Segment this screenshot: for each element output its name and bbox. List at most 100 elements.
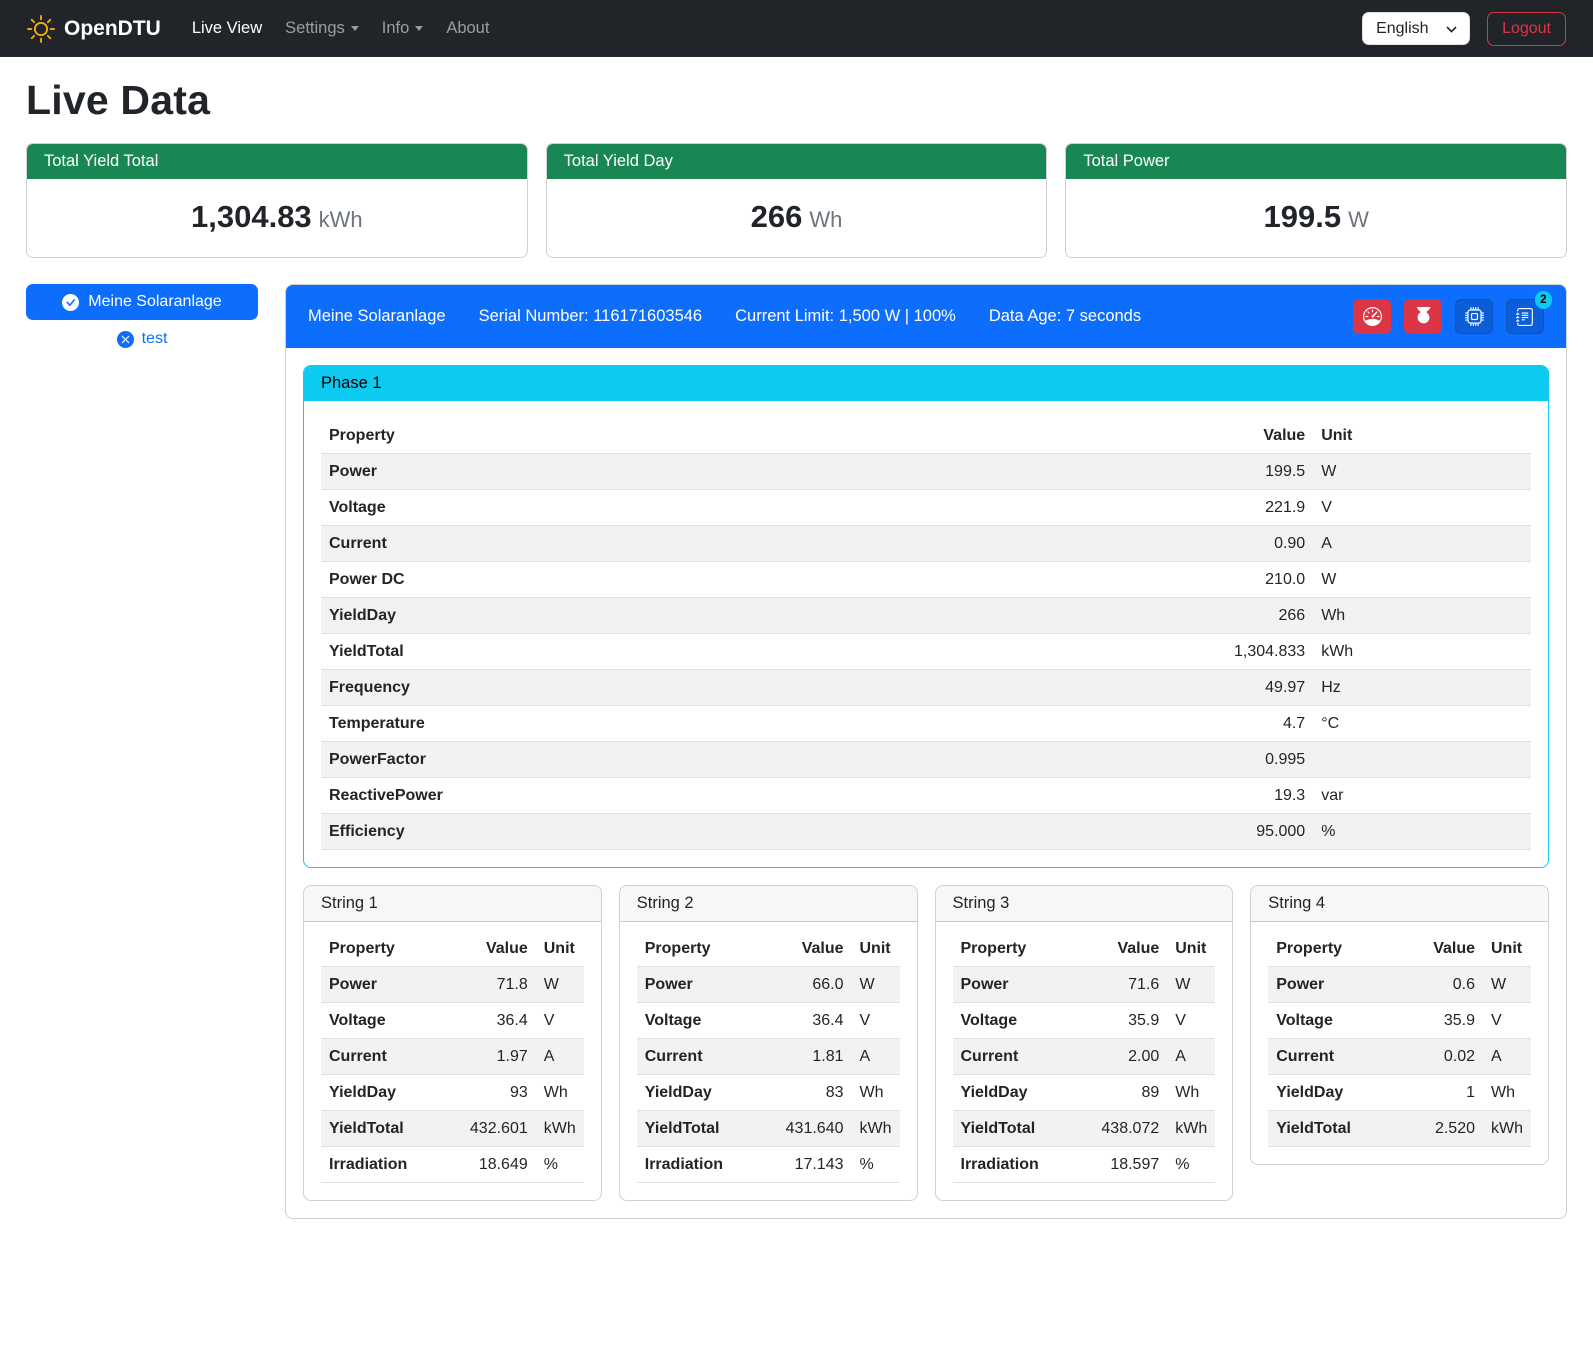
- column-header-property: Property: [1268, 931, 1399, 967]
- value-cell: 35.9: [1073, 1003, 1167, 1039]
- property-cell: YieldTotal: [321, 634, 915, 670]
- property-cell: Power: [321, 967, 441, 1003]
- nav-item-live-view[interactable]: Live View: [183, 11, 271, 46]
- card-unit: Wh: [809, 207, 842, 232]
- sidebar-inverter-test[interactable]: test: [26, 320, 258, 358]
- table-row: Power 0.6 W: [1268, 967, 1531, 1003]
- property-cell: YieldDay: [637, 1075, 757, 1111]
- table-row: Efficiency 95.000 %: [321, 814, 1531, 850]
- summary-card-total-power: Total Power 199.5W: [1065, 143, 1567, 258]
- property-cell: Power: [321, 454, 915, 490]
- value-cell: 0.995: [915, 742, 1314, 778]
- language-select[interactable]: English: [1362, 12, 1470, 45]
- unit-cell: kWh: [1313, 634, 1531, 670]
- unit-cell: °C: [1313, 706, 1531, 742]
- value-cell: 18.597: [1073, 1147, 1167, 1183]
- property-cell: Voltage: [321, 490, 915, 526]
- unit-cell: Wh: [536, 1075, 584, 1111]
- card-title: Total Power: [1066, 144, 1566, 179]
- property-cell: Current: [321, 1039, 441, 1075]
- unit-cell: A: [1483, 1039, 1531, 1075]
- table-row: Frequency 49.97 Hz: [321, 670, 1531, 706]
- value-cell: 221.9: [915, 490, 1314, 526]
- table-row: Irradiation 18.649 %: [321, 1147, 584, 1183]
- device-info-button[interactable]: [1455, 299, 1493, 334]
- value-cell: 1.81: [757, 1039, 851, 1075]
- property-cell: ReactivePower: [321, 778, 915, 814]
- event-count-badge: 2: [1535, 291, 1552, 309]
- unit-cell: W: [1167, 967, 1215, 1003]
- table-row: Current 1.97 A: [321, 1039, 584, 1075]
- value-cell: 93: [441, 1075, 535, 1111]
- column-header-property: Property: [953, 931, 1073, 967]
- value-cell: 1,304.833: [915, 634, 1314, 670]
- table-header-row: Property Value Unit: [321, 931, 584, 967]
- value-cell: 36.4: [757, 1003, 851, 1039]
- value-cell: 18.649: [441, 1147, 535, 1183]
- property-cell: Power: [953, 967, 1073, 1003]
- value-cell: 199.5: [915, 454, 1314, 490]
- table-row: YieldTotal 438.072 kWh: [953, 1111, 1216, 1147]
- phase1-table: Property Value Unit Power 199.5 W: [321, 418, 1531, 850]
- navbar-right: English Logout: [1362, 12, 1566, 46]
- property-cell: YieldTotal: [637, 1111, 757, 1147]
- property-cell: YieldDay: [321, 1075, 441, 1111]
- table-header-row: Property Value Unit: [637, 931, 900, 967]
- inverter-name-label: test: [142, 330, 168, 348]
- value-cell: 1: [1399, 1075, 1483, 1111]
- property-cell: Irradiation: [321, 1147, 441, 1183]
- unit-cell: A: [1313, 526, 1531, 562]
- unit-cell: W: [1313, 562, 1531, 598]
- table-row: YieldTotal 1,304.833 kWh: [321, 634, 1531, 670]
- summary-card-total-yield-day: Total Yield Day 266Wh: [546, 143, 1048, 258]
- inverter-serial: Serial Number: 116171603546: [479, 307, 703, 326]
- limit-settings-button[interactable]: [1353, 299, 1391, 334]
- column-header-value: Value: [915, 418, 1314, 454]
- table-header-row: Property Value Unit: [953, 931, 1216, 967]
- chevron-down-icon: [415, 26, 423, 31]
- event-log-button[interactable]: 2: [1506, 299, 1544, 334]
- table-row: YieldTotal 432.601 kWh: [321, 1111, 584, 1147]
- unit-cell: Wh: [852, 1075, 900, 1111]
- language-select-wrap: English: [1362, 12, 1470, 45]
- string2-table: Property Value Unit Power 66.0 W: [637, 931, 900, 1183]
- summary-card-total-yield-total: Total Yield Total 1,304.83kWh: [26, 143, 528, 258]
- sidebar-inverter-selected[interactable]: Meine Solaranlage: [26, 284, 258, 320]
- unit-cell: kWh: [536, 1111, 584, 1147]
- property-cell: YieldDay: [321, 598, 915, 634]
- unit-cell: kWh: [852, 1111, 900, 1147]
- unit-cell: V: [1483, 1003, 1531, 1039]
- column-header-unit: Unit: [852, 931, 900, 967]
- brand[interactable]: OpenDTU: [27, 15, 161, 43]
- unit-cell: Wh: [1167, 1075, 1215, 1111]
- column-header-unit: Unit: [1167, 931, 1215, 967]
- table-row: YieldDay 83 Wh: [637, 1075, 900, 1111]
- column-header-unit: Unit: [1483, 931, 1531, 967]
- value-cell: 19.3: [915, 778, 1314, 814]
- unit-cell: Wh: [1313, 598, 1531, 634]
- value-cell: 0.90: [915, 526, 1314, 562]
- value-cell: 71.6: [1073, 967, 1167, 1003]
- unit-cell: %: [852, 1147, 900, 1183]
- value-cell: 83: [757, 1075, 851, 1111]
- nav-links: Live View Settings Info About: [183, 11, 499, 46]
- unit-cell: A: [852, 1039, 900, 1075]
- string-title: String 4: [1251, 886, 1548, 922]
- card-unit: W: [1348, 207, 1369, 232]
- gauge-icon: [1363, 307, 1382, 326]
- nav-item-settings[interactable]: Settings: [276, 11, 368, 46]
- power-settings-button[interactable]: [1404, 299, 1442, 334]
- column-header-property: Property: [321, 931, 441, 967]
- table-row: Irradiation 17.143 %: [637, 1147, 900, 1183]
- table-row: Voltage 36.4 V: [321, 1003, 584, 1039]
- value-cell: 4.7: [915, 706, 1314, 742]
- property-cell: Frequency: [321, 670, 915, 706]
- string-card-2: String 2 Property Value Unit: [619, 885, 918, 1201]
- table-row: Voltage 35.9 V: [953, 1003, 1216, 1039]
- value-cell: 49.97: [915, 670, 1314, 706]
- phase1-title: Phase 1: [304, 366, 1548, 401]
- nav-item-info[interactable]: Info: [373, 11, 433, 46]
- logout-button[interactable]: Logout: [1487, 12, 1566, 46]
- card-unit: kWh: [319, 207, 363, 232]
- nav-item-about[interactable]: About: [437, 11, 498, 46]
